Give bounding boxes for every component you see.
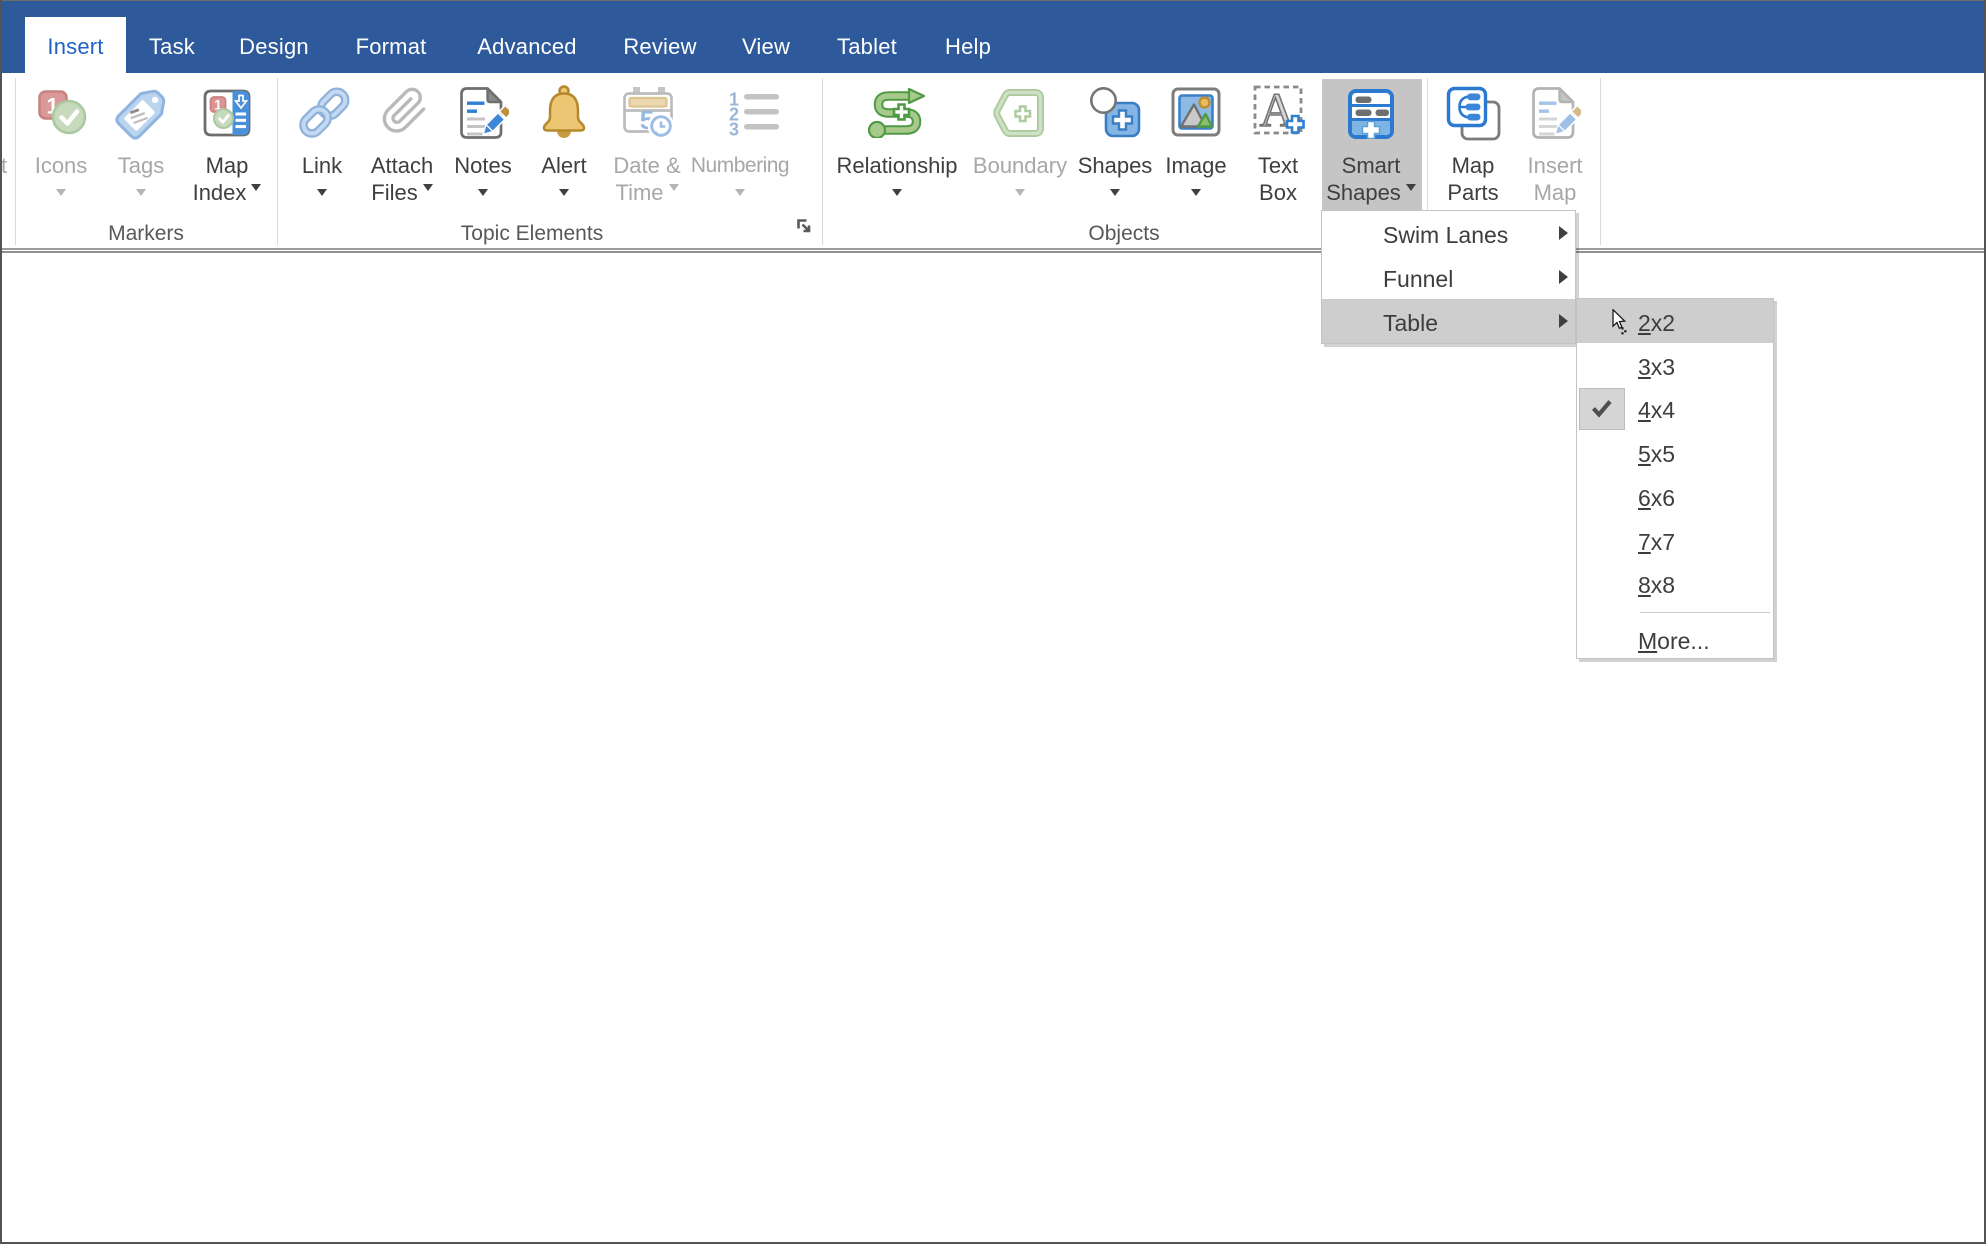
svg-text:A: A: [1260, 85, 1295, 137]
svg-text:3: 3: [729, 120, 739, 137]
